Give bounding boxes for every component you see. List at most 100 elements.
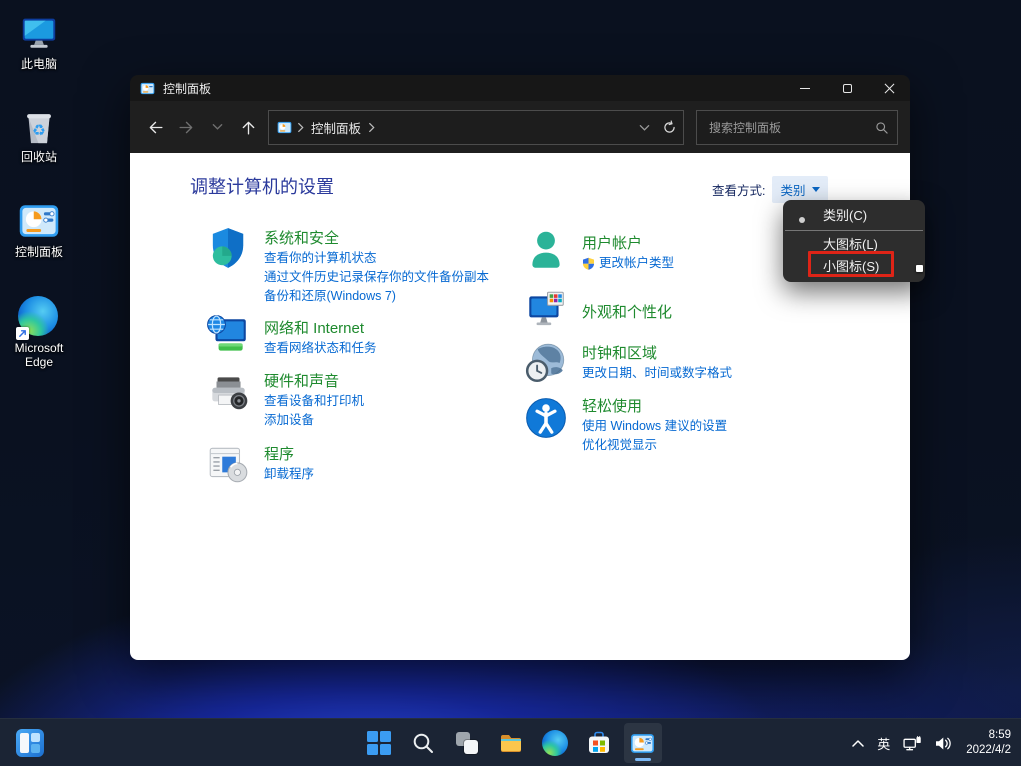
category-task-link[interactable]: 查看你的计算机状态: [264, 249, 489, 268]
category-task-link[interactable]: 添加设备: [264, 411, 364, 430]
category-network-internet: 网络和 Internet 查看网络状态和任务: [205, 311, 377, 359]
menu-item-category[interactable]: 类别(C): [783, 204, 925, 228]
caret-down-icon: [812, 187, 820, 192]
forward-button[interactable]: [171, 111, 202, 143]
file-explorer-icon: [498, 730, 524, 756]
category-task-link[interactable]: 更改日期、时间或数字格式: [582, 364, 732, 383]
up-button[interactable]: [233, 111, 264, 143]
file-explorer-button[interactable]: [492, 723, 530, 763]
store-icon: [586, 730, 612, 756]
address-dropdown-icon[interactable]: [639, 124, 650, 132]
category-task-link[interactable]: 查看设备和打印机: [264, 392, 364, 411]
category-task-link[interactable]: 查看网络状态和任务: [264, 339, 377, 358]
back-arrow-icon: [146, 118, 165, 137]
clock-region-icon[interactable]: [523, 340, 569, 386]
category-task-link[interactable]: 备份和还原(Windows 7): [264, 287, 489, 306]
category-task-link[interactable]: 通过文件历史记录保存你的文件备份副本: [264, 268, 489, 287]
widgets-button[interactable]: [8, 723, 52, 763]
category-title-link[interactable]: 系统和安全: [264, 228, 489, 249]
programs-icon[interactable]: [205, 441, 251, 487]
address-bar[interactable]: 控制面板: [268, 110, 684, 145]
desktop-icon-control-panel[interactable]: 控制面板: [6, 200, 72, 259]
svg-text:♻: ♻: [32, 123, 46, 140]
maximize-button[interactable]: [826, 75, 868, 101]
desktop-icon-label: Microsoft Edge: [6, 341, 72, 369]
task-view-icon: [455, 731, 479, 755]
edge-button[interactable]: [536, 723, 574, 763]
close-icon: [884, 83, 895, 94]
category-task-link[interactable]: 使用 Windows 建议的设置: [582, 417, 727, 436]
taskbar-search-button[interactable]: [404, 723, 442, 763]
tray-time: 8:59: [966, 728, 1011, 743]
edge-icon: [542, 730, 568, 756]
edge-icon: [18, 296, 60, 338]
clock-tray-button[interactable]: 8:59 2022/4/2: [966, 728, 1011, 758]
ease-of-access-icon[interactable]: [523, 395, 569, 441]
selected-bullet-icon: [799, 217, 805, 223]
network-tray-button[interactable]: [903, 736, 922, 751]
system-security-icon[interactable]: [205, 225, 251, 271]
refresh-icon[interactable]: [662, 120, 677, 135]
desktop-icon-this-pc[interactable]: 此电脑: [6, 12, 72, 71]
start-button[interactable]: [360, 723, 398, 763]
network-internet-icon[interactable]: [205, 313, 251, 359]
page-title: 调整计算机的设置: [190, 173, 334, 199]
view-by-dropdown-button[interactable]: 类别: [772, 176, 827, 203]
control-panel-icon: [18, 200, 60, 242]
control-panel-taskbar-button[interactable]: [624, 723, 662, 763]
menu-separator: [785, 230, 923, 231]
view-by-value: 类别: [780, 180, 805, 199]
this-pc-icon: [18, 12, 60, 54]
category-title-link[interactable]: 外观和个性化: [582, 302, 672, 323]
up-arrow-icon: [239, 118, 258, 137]
speaker-icon: [935, 736, 953, 751]
search-icon: [875, 121, 889, 135]
category-title-link[interactable]: 轻松使用: [582, 396, 727, 417]
taskbar: 英 8:59 2022/4/2: [0, 718, 1021, 766]
category-user-accounts: 用户帐户 更改帐户类型: [523, 225, 674, 273]
user-accounts-icon[interactable]: [523, 227, 569, 273]
category-title-link[interactable]: 用户帐户: [582, 233, 674, 254]
breadcrumb-control-panel[interactable]: 控制面板: [311, 118, 361, 137]
control-panel-window: 控制面板: [130, 75, 910, 660]
maximize-icon: [843, 84, 852, 93]
desktop-icon-label: 回收站: [6, 150, 72, 164]
search-box[interactable]: [696, 110, 898, 145]
appearance-personalization-icon[interactable]: [523, 287, 569, 333]
control-panel-icon: [630, 731, 655, 756]
back-button[interactable]: [140, 111, 171, 143]
view-by-label: 查看方式:: [712, 180, 765, 199]
desktop-icon-recycle-bin[interactable]: ♻ 回收站: [6, 105, 72, 164]
ime-indicator[interactable]: 英: [877, 734, 890, 753]
minimize-button[interactable]: [784, 75, 826, 101]
category-hardware-sound: 硬件和声音 查看设备和打印机 添加设备: [205, 364, 364, 430]
close-button[interactable]: [868, 75, 910, 101]
category-title-link[interactable]: 时钟和区域: [582, 343, 732, 364]
shortcut-arrow-icon: [16, 327, 29, 340]
tray-chevron-up-button[interactable]: [852, 740, 864, 747]
category-clock-region: 时钟和区域 更改日期、时间或数字格式: [523, 336, 732, 386]
recent-pages-button[interactable]: [202, 111, 233, 143]
volume-tray-button[interactable]: [935, 736, 953, 751]
windows-logo-icon: [367, 731, 391, 755]
desktop-icon-edge[interactable]: Microsoft Edge: [6, 296, 72, 369]
window-app-icon: [140, 81, 155, 96]
active-app-indicator: [635, 758, 651, 761]
hardware-sound-icon[interactable]: [205, 370, 251, 416]
category-task-link[interactable]: 更改帐户类型: [582, 254, 674, 273]
category-ease-of-access: 轻松使用 使用 Windows 建议的设置 优化视觉显示: [523, 389, 727, 455]
uac-shield-icon: [582, 257, 595, 270]
title-bar: 控制面板: [130, 75, 910, 101]
task-view-button[interactable]: [448, 723, 486, 763]
category-task-link[interactable]: 优化视觉显示: [582, 436, 727, 455]
search-icon: [411, 731, 435, 755]
category-title-link[interactable]: 程序: [264, 444, 314, 465]
search-input[interactable]: [707, 120, 875, 136]
category-title-link[interactable]: 网络和 Internet: [264, 318, 377, 339]
category-title-link[interactable]: 硬件和声音: [264, 371, 364, 392]
category-task-link[interactable]: 卸载程序: [264, 465, 314, 484]
store-button[interactable]: [580, 723, 618, 763]
breadcrumb-chevron-icon: [297, 122, 304, 133]
desktop-icon-label: 此电脑: [6, 57, 72, 71]
chevron-down-icon: [212, 123, 223, 131]
